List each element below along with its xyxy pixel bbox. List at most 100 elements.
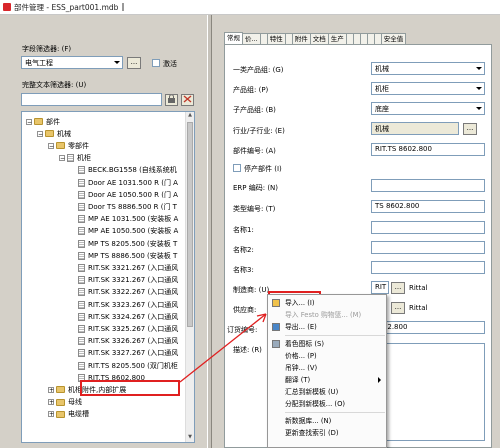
tree-node[interactable]: + 电缆槽 xyxy=(48,409,89,420)
name2-input[interactable] xyxy=(371,241,485,254)
menu-item[interactable]: 价格... (P) xyxy=(268,350,386,362)
order-number-input[interactable]: 8602.800 xyxy=(371,321,485,334)
tree-node-label: Door AE 1031.500 R (门 A xyxy=(88,178,178,187)
tree-node[interactable]: − 机械 xyxy=(37,128,71,139)
tree-node[interactable]: RIT.TS 8205.500 (双门机柜 xyxy=(70,360,178,371)
description-textarea[interactable] xyxy=(371,343,485,441)
expand-icon[interactable]: + xyxy=(48,386,54,393)
tree-node[interactable]: RIT.SK 3321.267 (入口通风 xyxy=(70,275,178,286)
tree-node-label: MP AE 1050.500 (安装板 A xyxy=(88,227,179,236)
part-number-input[interactable]: RIT.TS 8602.800 xyxy=(371,143,485,156)
menu-item[interactable]: 新数据库... (N) xyxy=(268,415,386,427)
tree-node[interactable]: RIT.SK 3327.267 (入口通风 xyxy=(70,348,178,359)
tree-node[interactable]: BECK.BG1558 (自线系统机 xyxy=(70,165,177,176)
tree-node[interactable]: + 母线 xyxy=(48,397,82,408)
tree-node[interactable]: MP AE 1050.500 (安装板 A xyxy=(70,226,178,237)
tree-node[interactable]: MP AE 1031.500 (安装板 A xyxy=(70,214,178,225)
menu-item[interactable]: 更新查找索引 (D) xyxy=(268,427,386,439)
type-number-label: 类型编号: (T) xyxy=(233,205,276,213)
scrollbar-thumb[interactable] xyxy=(187,122,193,327)
menu-item[interactable]: 翻译 (T) xyxy=(268,374,386,386)
menu-item[interactable]: 导出... (E) xyxy=(268,321,386,333)
manufacturer-more-button[interactable]: ... xyxy=(391,282,405,294)
menu-separator xyxy=(285,412,385,413)
tree-node-label: RIT.SK 3322.267 (入口通风 xyxy=(88,288,179,297)
industry-more-button[interactable]: ... xyxy=(463,123,477,135)
tree-node-label: MP TS 8886.500 (安装板 T xyxy=(88,251,178,260)
tree-node-label: 机柜 xyxy=(77,154,91,163)
tree-node[interactable]: MP TS 8205.500 (安装板 T xyxy=(70,238,177,249)
tree-node[interactable]: Door AE 1050.500 R (门 A xyxy=(70,189,178,200)
scroll-up-icon[interactable]: ▲ xyxy=(186,112,194,120)
tree-node[interactable]: RIT.SK 3323.267 (入口通风 xyxy=(70,299,178,310)
folder-icon xyxy=(56,386,65,394)
part-icon xyxy=(78,337,85,346)
tree-node-label: 机械 xyxy=(57,129,71,138)
menu-item-label: 汇总到新模板 (U) xyxy=(285,388,339,396)
filter-apply-button[interactable] xyxy=(165,94,178,106)
tree-node-label: RIT.SK 3326.267 (入口通风 xyxy=(88,337,179,346)
tree-node-label: RIT.SK 3321.267 (入口通风 xyxy=(88,263,179,272)
pin-icon[interactable] xyxy=(122,3,130,11)
menu-item[interactable]: 分配到新模板... (O) xyxy=(268,398,386,410)
tree-node[interactable]: MP TS 8886.500 (安装板 T xyxy=(70,250,177,261)
tree-node[interactable]: − 部件 xyxy=(26,116,60,127)
type-number-input[interactable]: TS 8602.800 xyxy=(371,200,485,213)
part-icon xyxy=(78,251,85,260)
tree-node[interactable]: RIT.SK 3325.267 (入口通风 xyxy=(70,323,178,334)
discontinued-label: 停产部件 (I) xyxy=(244,165,282,173)
filter-clear-button[interactable] xyxy=(181,94,194,106)
field-filter-label: 字段筛选器: (F) xyxy=(22,45,72,53)
collapse-icon[interactable]: − xyxy=(37,130,43,137)
part-icon xyxy=(78,166,85,175)
chevron-down-icon xyxy=(474,83,484,94)
submenu-arrow-icon xyxy=(378,377,381,383)
discontinued-checkbox[interactable] xyxy=(233,164,241,172)
menu-item-label: 导出... (E) xyxy=(285,323,317,331)
activate-checkbox[interactable] xyxy=(152,59,160,67)
scroll-down-icon[interactable]: ▼ xyxy=(186,434,194,442)
product-group-select[interactable]: 机械 xyxy=(371,62,485,75)
subgroup-select[interactable]: 底座 xyxy=(371,102,485,115)
pgroup-select[interactable]: 机柜 xyxy=(371,82,485,95)
folder-icon xyxy=(56,398,65,406)
menu-item[interactable]: 吊钟... (V) xyxy=(268,362,386,374)
menu-item[interactable]: 导入... (I) xyxy=(268,297,386,309)
menu-item-label: 价格... (P) xyxy=(285,352,317,360)
expand-icon[interactable]: + xyxy=(48,411,54,418)
title-bar: 部件管理 - ESS_part001.mdb xyxy=(0,0,500,15)
fulltext-filter-input[interactable] xyxy=(21,93,162,106)
menu-item[interactable]: 着色图标 (S) xyxy=(268,338,386,350)
menu-item[interactable]: 汇总到新模板 (U) xyxy=(268,386,386,398)
collapse-icon[interactable]: − xyxy=(59,155,65,162)
name3-input[interactable] xyxy=(371,261,485,274)
tree-node[interactable]: Door TS 8886.500 R (门 T xyxy=(70,201,177,212)
tree-node[interactable]: RIT.SK 3324.267 (入口通风 xyxy=(70,311,178,322)
expand-icon[interactable]: + xyxy=(48,399,54,406)
tree-node[interactable]: RIT.SK 3326.267 (入口通风 xyxy=(70,336,178,347)
selected-part-highlight xyxy=(80,380,180,396)
field-filter-more-button[interactable]: ... xyxy=(127,57,141,69)
tree-node[interactable]: − 零部件 xyxy=(48,140,89,151)
tree-node-label: MP AE 1031.500 (安装板 A xyxy=(88,215,179,224)
part-icon xyxy=(78,288,85,297)
collapse-icon[interactable]: − xyxy=(48,142,54,149)
pgroup-label: 产品组: (P) xyxy=(233,86,269,94)
tree-node[interactable]: RIT.SK 3322.267 (入口通风 xyxy=(70,287,178,298)
tree-node-label: RIT.SK 3321.267 (入口通风 xyxy=(88,276,179,285)
tree-node[interactable]: RIT.SK 3321.267 (入口通风 xyxy=(70,262,178,273)
part-icon xyxy=(78,312,85,321)
erp-input[interactable] xyxy=(371,179,485,192)
supplier-more-button[interactable]: ... xyxy=(391,302,405,314)
part-icon xyxy=(78,227,85,236)
tree-node[interactable]: Door AE 1031.500 R (门 A xyxy=(70,177,178,188)
collapse-icon[interactable]: − xyxy=(26,118,32,125)
tree-scrollbar[interactable]: ▲ ▼ xyxy=(185,112,194,442)
manufacturer-code-input[interactable]: RIT xyxy=(371,281,389,294)
field-filter-select[interactable]: 电气工程 xyxy=(21,56,123,69)
menu-separator xyxy=(285,335,385,336)
name1-input[interactable] xyxy=(371,221,485,234)
tree-node[interactable]: − 机柜 xyxy=(59,153,91,164)
menu-item-label: 更新查找索引 (D) xyxy=(285,429,339,437)
activate-label: 激活 xyxy=(163,60,177,68)
